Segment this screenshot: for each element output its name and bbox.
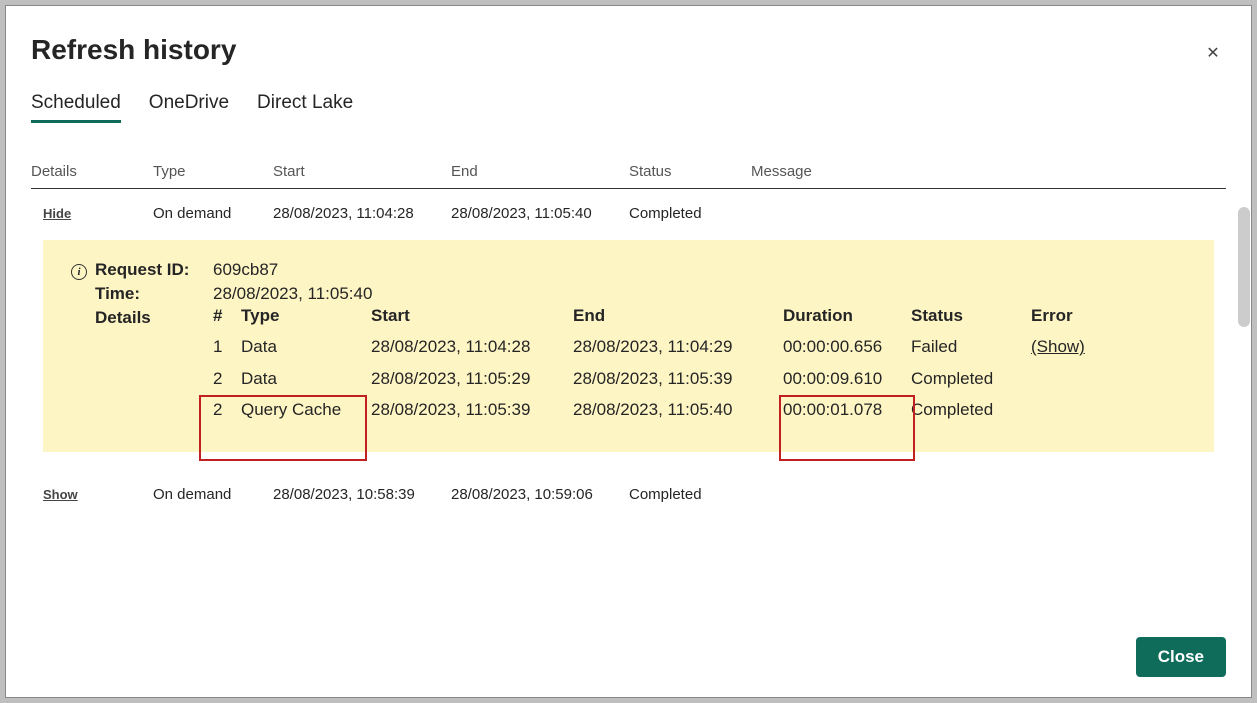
attempt-status: Completed [911,394,1031,425]
show-toggle-link[interactable]: Show [31,487,78,502]
scrollbar-thumb[interactable] [1238,207,1250,327]
history-table-body: Hide On demand 28/08/2023, 11:04:28 28/0… [31,189,1226,606]
hdr-duration: Duration [783,300,911,331]
attempt-duration: 00:00:09.610 [783,363,911,394]
table-row: Show On demand 28/08/2023, 10:58:39 28/0… [31,470,1226,513]
attempt-row: 2 Data 28/08/2023, 11:05:29 28/08/2023, … [213,363,1192,394]
attempt-header: # Type Start End Duration Status Error [213,300,1192,331]
col-end: End [451,163,629,180]
col-details: Details [31,163,153,180]
attempt-row: 1 Data 28/08/2023, 11:04:28 28/08/2023, … [213,331,1192,362]
row-type: On demand [153,486,273,503]
request-id-label: Request ID: [95,260,213,280]
row-start: 28/08/2023, 11:04:28 [273,205,451,222]
hdr-end: End [573,300,783,331]
attempt-duration: 00:00:01.078 [783,394,911,425]
hdr-status: Status [911,300,1031,331]
attempt-num: 2 [213,394,241,425]
request-id-value: 609cb87 [213,260,278,280]
close-button[interactable]: Close [1136,637,1226,677]
tab-bar: Scheduled OneDrive Direct Lake [31,92,1226,123]
dialog-footer: Close [1136,637,1226,677]
col-type: Type [153,163,273,180]
attempt-start: 28/08/2023, 11:05:39 [371,394,573,425]
history-table-header: Details Type Start End Status Message [31,163,1226,189]
attempt-type: Data [241,363,371,394]
attempt-status: Failed [911,331,1031,362]
row-status: Completed [629,486,751,503]
row-status: Completed [629,205,751,222]
attempt-num: 2 [213,363,241,394]
hdr-start: Start [371,300,573,331]
time-label: Time: [95,284,213,304]
attempt-end: 28/08/2023, 11:04:29 [573,331,783,362]
hide-toggle-link[interactable]: Hide [31,206,71,221]
tab-onedrive[interactable]: OneDrive [149,92,229,123]
row-start: 28/08/2023, 10:58:39 [273,486,451,503]
attempt-row: 2 Query Cache 28/08/2023, 11:05:39 28/08… [213,394,1192,425]
row-type: On demand [153,205,273,222]
col-message: Message [751,163,1226,180]
attempt-start: 28/08/2023, 11:04:28 [371,331,573,362]
info-icon: i [71,264,87,280]
hdr-error: Error [1031,300,1101,331]
attempt-end: 28/08/2023, 11:05:40 [573,394,783,425]
show-error-link[interactable]: (Show) [1031,331,1101,362]
row-end: 28/08/2023, 11:05:40 [451,205,629,222]
table-row: Hide On demand 28/08/2023, 11:04:28 28/0… [31,189,1226,232]
attempt-end: 28/08/2023, 11:05:39 [573,363,783,394]
attempt-type: Data [241,331,371,362]
details-panel: i Request ID: 609cb87 Time: 28/08/2023, … [43,240,1214,452]
close-icon[interactable]: ✕ [1203,44,1223,64]
hdr-type: Type [241,300,371,331]
tab-direct-lake[interactable]: Direct Lake [257,92,353,123]
col-status: Status [629,163,751,180]
row-end: 28/08/2023, 10:59:06 [451,486,629,503]
dialog-title: Refresh history [31,34,1226,66]
hdr-num: # [213,300,241,331]
refresh-history-dialog: Refresh history ✕ Scheduled OneDrive Dir… [5,5,1252,698]
attempt-start: 28/08/2023, 11:05:29 [371,363,573,394]
attempt-num: 1 [213,331,241,362]
details-label: Details [95,308,213,328]
attempt-type: Query Cache [241,394,371,425]
attempt-duration: 00:00:00.656 [783,331,911,362]
col-start: Start [273,163,451,180]
attempt-status: Completed [911,363,1031,394]
tab-scheduled[interactable]: Scheduled [31,92,121,123]
